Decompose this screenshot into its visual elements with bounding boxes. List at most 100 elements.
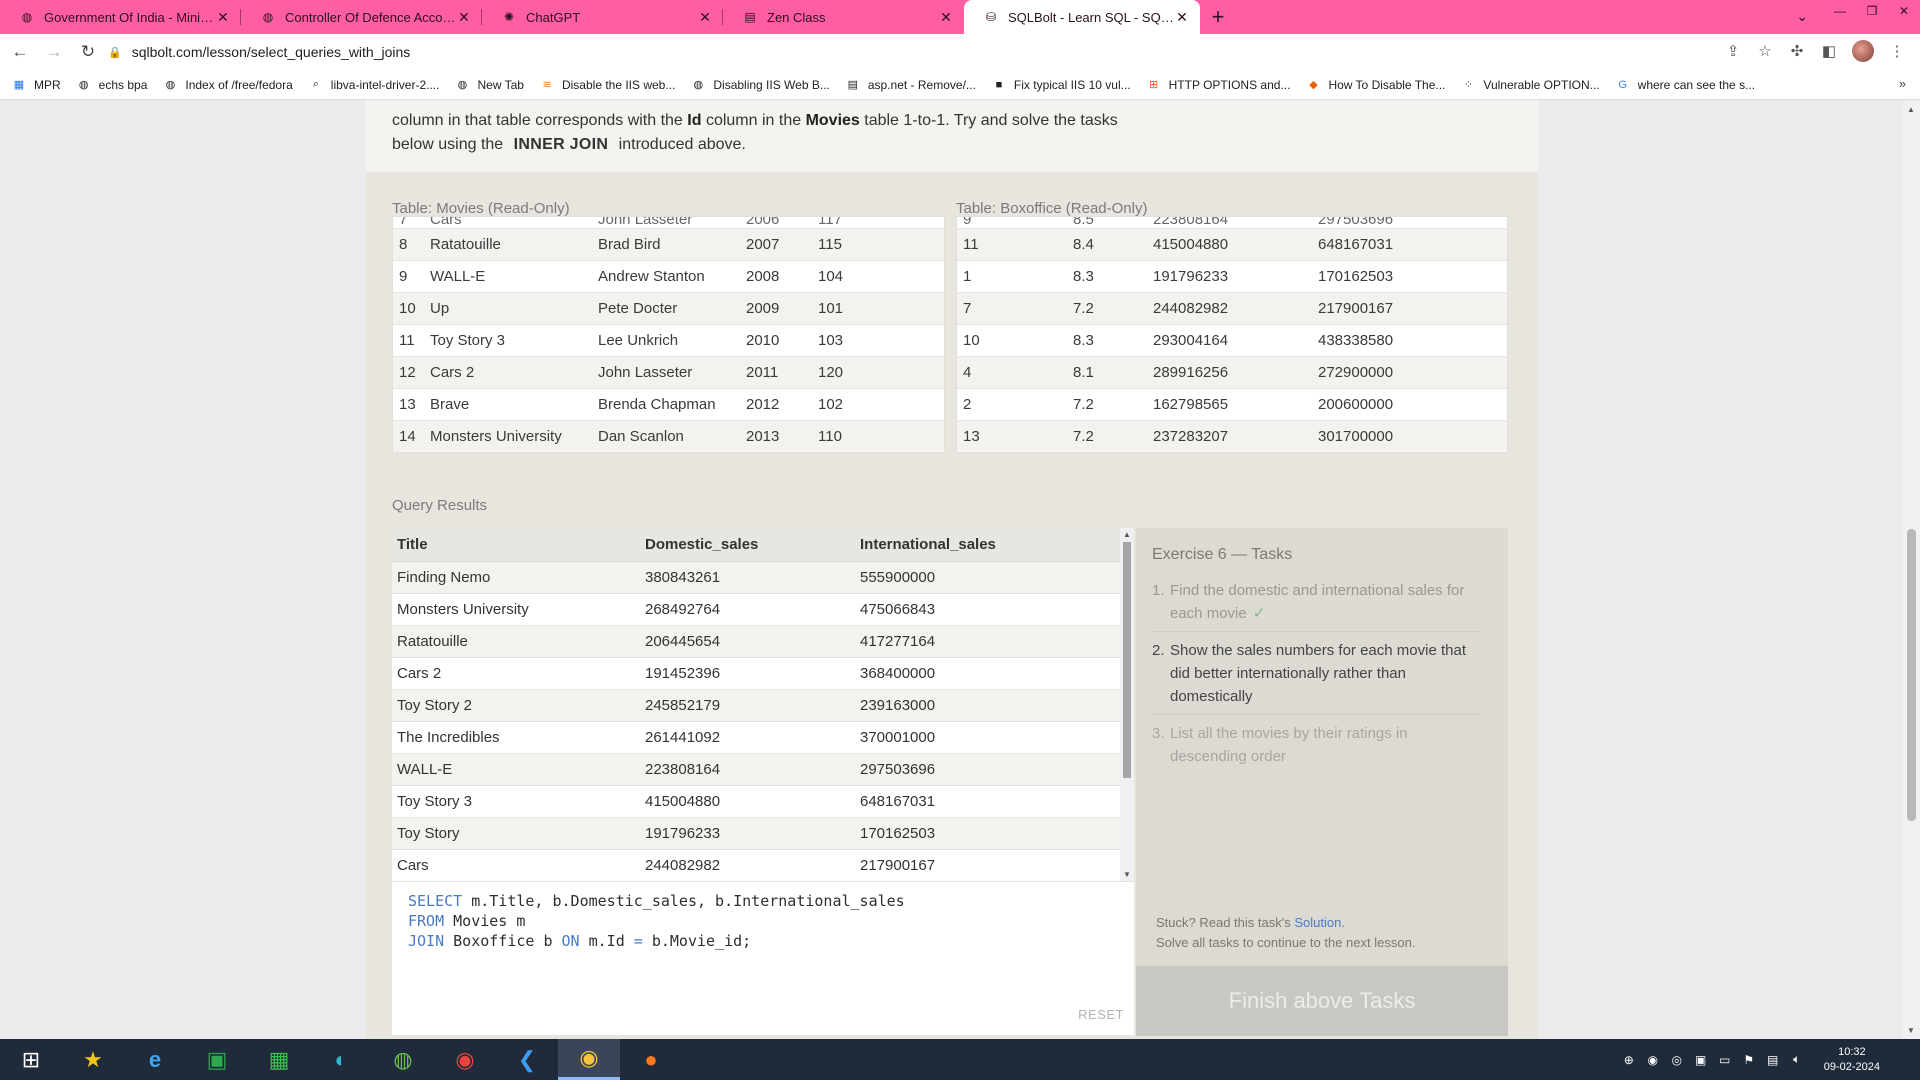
address-bar[interactable]: 🔒 sqlbolt.com/lesson/select_queries_with… xyxy=(108,37,1758,67)
firefox-icon[interactable]: ● xyxy=(620,1039,682,1080)
table-cell: 103 xyxy=(818,332,844,349)
url-text[interactable]: sqlbolt.com/lesson/select_queries_with_j… xyxy=(132,44,411,60)
tab-cda[interactable]: ◍ Controller Of Defence Accounts ✕ xyxy=(241,0,482,34)
bookmark-item[interactable]: ■ Fix typical IIS 10 vul... xyxy=(992,78,1131,92)
side-panel-icon[interactable]: ◧ xyxy=(1820,38,1838,64)
table-cell: 261441092 xyxy=(645,729,721,746)
window-close-icon[interactable]: ✕ xyxy=(1888,0,1920,22)
scroll-thumb[interactable] xyxy=(1907,529,1916,821)
web-page: column in that table corresponds with th… xyxy=(0,101,1920,1039)
table-cell: 102 xyxy=(818,396,844,413)
bookmark-item[interactable]: ◍ Disabling IIS Web B... xyxy=(691,78,830,92)
calculator-icon[interactable]: ▦ xyxy=(248,1039,310,1080)
reload-icon[interactable]: ↻ xyxy=(74,38,102,66)
close-icon[interactable]: ✕ xyxy=(697,9,713,26)
bookmark-item[interactable]: ◍ Index of /free/fedora xyxy=(163,78,293,92)
tray-app-icon[interactable]: ▭ xyxy=(1718,1053,1732,1067)
table-cell: 2006 xyxy=(746,217,780,228)
tab-zen-class[interactable]: ▤ Zen Class ✕ xyxy=(723,0,964,34)
bookmark-item[interactable]: ◆ How To Disable The... xyxy=(1306,78,1445,92)
chrome-active-icon[interactable]: ◉ xyxy=(558,1039,620,1080)
results-scrollbar[interactable]: ▲ ▼ xyxy=(1120,528,1134,881)
restore-icon[interactable]: ❐ xyxy=(1856,0,1888,22)
share-icon[interactable]: ⇪ xyxy=(1724,38,1742,64)
vscode-icon[interactable]: ❮ xyxy=(496,1039,558,1080)
chrome-tray-icon[interactable]: ◉ xyxy=(1646,1053,1660,1067)
menu-icon[interactable]: ⋮ xyxy=(1888,38,1906,64)
intro-line-1: column in that table corresponds with th… xyxy=(392,112,1118,129)
table-cell: Andrew Stanton xyxy=(598,268,705,285)
volume-icon[interactable]: 🔈︎ xyxy=(1790,1052,1804,1067)
clock[interactable]: 10:32 09-02-2024 xyxy=(1824,1045,1880,1075)
tab-gov-india[interactable]: ◍ Government Of India - Ministry o ✕ xyxy=(0,0,241,34)
taskbar: ⊞ ★ e ▣ ▦ ◐ ◍ ◉ ❮ ◉ ● ⊕ ◉ ◎ ▣ ▭ ⚑ ▤ 🔈︎ 1… xyxy=(0,1039,1920,1080)
finish-tasks-button[interactable]: Finish above Tasks xyxy=(1136,966,1508,1036)
scroll-down-icon[interactable]: ▼ xyxy=(1907,1026,1915,1035)
scroll-thumb[interactable] xyxy=(1123,542,1131,778)
table-cell: 272900000 xyxy=(1318,364,1394,381)
editor-line[interactable]: SELECT m.Title, b.Domestic_sales, b.Inte… xyxy=(408,891,1118,911)
close-icon[interactable]: ✕ xyxy=(938,9,954,26)
scroll-up-icon[interactable]: ▲ xyxy=(1123,530,1131,539)
bookmark-item[interactable]: ◍ New Tab xyxy=(455,78,524,92)
movies-table-label: Table: Movies (Read-Only) xyxy=(392,200,570,217)
new-tab-button[interactable]: + xyxy=(1200,0,1236,34)
table-row: 14 Monsters University Dan Scanlon 2013 110 xyxy=(393,421,944,453)
bookmark-item[interactable]: ▦ MPR xyxy=(12,78,61,92)
bookmark-item[interactable]: ▤ asp.net - Remove/... xyxy=(846,78,976,92)
minimize-icon[interactable]: — xyxy=(1824,0,1856,22)
table-cell: 13 xyxy=(963,428,980,445)
more-bookmarks-icon[interactable]: » xyxy=(1899,76,1906,91)
table-cell: 191452396 xyxy=(645,665,721,682)
tab-chatgpt[interactable]: ✺ ChatGPT ✕ xyxy=(482,0,723,34)
scroll-up-icon[interactable]: ▲ xyxy=(1907,105,1915,114)
sql-editor[interactable]: SELECT m.Title, b.Domestic_sales, b.Inte… xyxy=(392,881,1134,1035)
tray-app-icon[interactable]: ▣ xyxy=(1694,1053,1708,1067)
table-row: 13 Brave Brenda Chapman 2012 102 xyxy=(393,389,944,421)
star-app-icon[interactable]: ★ xyxy=(62,1039,124,1080)
back-icon[interactable]: ← xyxy=(6,38,34,66)
edge-icon[interactable]: ◐ xyxy=(310,1039,372,1080)
reset-button[interactable]: RESET xyxy=(1078,1005,1124,1025)
solution-link[interactable]: Solution xyxy=(1294,915,1341,930)
internet-explorer-icon[interactable]: e xyxy=(124,1039,186,1080)
table-cell: 293004164 xyxy=(1153,332,1229,349)
language-icon[interactable]: ⊕ xyxy=(1622,1053,1636,1067)
table-cell: 117 xyxy=(818,217,842,228)
tab-sqlbolt[interactable]: ⛁ SQLBolt - Learn SQL - SQL Lesso ✕ xyxy=(964,0,1200,34)
tray-app-icon[interactable]: ◎ xyxy=(1670,1053,1684,1067)
extensions-icon[interactable]: ✣ xyxy=(1788,38,1806,64)
bookmark-star-icon[interactable]: ☆ xyxy=(1756,38,1774,64)
bookmark-item[interactable]: ≋ Disable the IIS web... xyxy=(540,78,675,92)
bookmark-item[interactable]: ⌕ libva-intel-driver-2.... xyxy=(309,78,440,92)
scroll-down-icon[interactable]: ▼ xyxy=(1123,870,1131,879)
table-row: Toy Story 2 245852179 239163000 xyxy=(392,690,1134,722)
bookmark-item[interactable]: ⁘ Vulnerable OPTION... xyxy=(1461,78,1600,92)
green-app-icon[interactable]: ▣ xyxy=(186,1039,248,1080)
bookmark-item[interactable]: ◍ echs bpa xyxy=(77,78,148,92)
close-icon[interactable]: ✕ xyxy=(456,9,472,26)
avatar[interactable] xyxy=(1852,40,1874,62)
bookmark-item[interactable]: Gwhere can see the s... xyxy=(1616,78,1755,92)
close-icon[interactable]: ✕ xyxy=(1174,9,1190,26)
editor-line[interactable]: FROM Movies m xyxy=(408,911,1118,931)
flag-icon[interactable]: ⚑ xyxy=(1742,1053,1756,1067)
table-cell: Monsters University xyxy=(430,428,562,445)
table-cell: 555900000 xyxy=(860,569,936,586)
windows-start-icon[interactable]: ⊞ xyxy=(0,1039,62,1080)
table-cell: 206445654 xyxy=(645,633,721,650)
table-row: 7 7.2 244082982 217900167 xyxy=(957,293,1507,325)
globe-app-icon[interactable]: ◍ xyxy=(372,1039,434,1080)
editor-line[interactable]: JOIN Boxoffice b ON m.Id = b.Movie_id; xyxy=(408,931,1118,951)
forward-icon[interactable]: → xyxy=(40,38,68,66)
bookmark-icon: ▦ xyxy=(13,79,25,91)
tab-search-chevron-icon[interactable]: ⌄ xyxy=(1796,8,1808,25)
bookmark-item[interactable]: ⊞ HTTP OPTIONS and... xyxy=(1147,78,1290,92)
chrome-icon[interactable]: ◉ xyxy=(434,1039,496,1080)
lock-icon[interactable]: 🔒 xyxy=(108,46,122,59)
table-cell: 2007 xyxy=(746,236,780,253)
close-icon[interactable]: ✕ xyxy=(215,9,231,26)
table-row: 13 7.2 237283207 301700000 xyxy=(957,421,1507,453)
page-scrollbar[interactable]: ▲ ▼ xyxy=(1903,101,1920,1039)
network-icon[interactable]: ▤ xyxy=(1766,1053,1780,1067)
